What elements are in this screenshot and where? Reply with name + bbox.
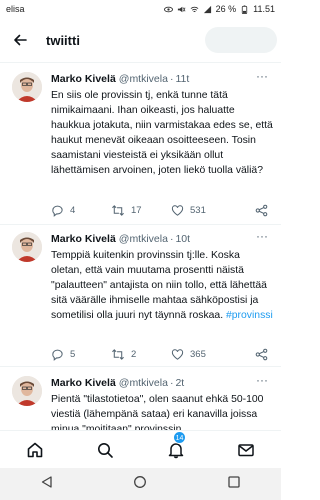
nav-notifications-button[interactable]: 14 xyxy=(159,430,193,465)
wifi-icon xyxy=(190,6,199,12)
nav-search-button[interactable] xyxy=(88,435,122,465)
like-button[interactable]: 365 xyxy=(171,346,206,362)
retweet-count: 17 xyxy=(131,204,142,216)
mute-icon xyxy=(177,6,186,12)
triangle-back-icon xyxy=(41,475,52,488)
more-options-icon[interactable]: ··· xyxy=(255,230,269,246)
system-home-button[interactable] xyxy=(133,475,147,494)
author-handle[interactable]: @mtkivela xyxy=(119,377,168,389)
heart-icon xyxy=(171,348,184,360)
share-icon xyxy=(255,204,268,216)
reply-icon xyxy=(52,349,63,361)
tweet-1[interactable]: Marko Kivelä @mtkivela · 11t ··· En siis… xyxy=(0,62,281,226)
tweet-actions: 5 2 365 xyxy=(51,346,269,362)
reply-icon xyxy=(52,205,63,217)
square-recents-icon xyxy=(228,475,240,488)
tweet-time: 2t xyxy=(175,377,185,389)
avatar[interactable] xyxy=(12,72,42,102)
tweet-text: Temppiä kuitenkin provinssin tj:lle. Kos… xyxy=(51,248,273,323)
notifications-badge: 14 xyxy=(172,430,187,444)
more-options-icon[interactable]: ··· xyxy=(255,374,269,390)
reply-button[interactable]: 5 xyxy=(51,346,75,362)
nav-home-button[interactable] xyxy=(18,435,52,465)
heart-icon xyxy=(171,204,184,216)
status-bar: elisa 26 % 11.51 xyxy=(0,0,281,18)
carrier-label: elisa xyxy=(6,4,25,14)
top-bar: twiitti xyxy=(0,18,281,62)
share-button[interactable] xyxy=(255,346,268,362)
tweet-header: Marko Kivelä @mtkivela · 11t xyxy=(51,73,190,85)
author-name[interactable]: Marko Kivelä xyxy=(51,233,116,245)
tweet-header: Marko Kivelä @mtkivela · 2t xyxy=(51,377,185,389)
tweet-header: Marko Kivelä @mtkivela · 10t xyxy=(51,233,191,245)
signal-icon xyxy=(203,5,211,13)
arrow-left-icon xyxy=(14,34,27,46)
reply-count: 4 xyxy=(70,204,76,216)
hashtag-link[interactable]: #provinssi xyxy=(226,310,273,321)
share-icon xyxy=(255,348,268,360)
circle-home-icon xyxy=(134,475,147,488)
tweet-time: 10t xyxy=(175,233,191,245)
like-count: 365 xyxy=(190,348,206,360)
system-back-button[interactable] xyxy=(40,475,54,494)
tweet-text: En siis ole provissin tj, enkä tunne tät… xyxy=(51,90,273,176)
retweet-button[interactable]: 2 xyxy=(111,346,136,362)
clock: 11.51 xyxy=(253,4,275,14)
home-icon xyxy=(27,442,43,457)
author-handle[interactable]: @mtkivela xyxy=(119,73,168,85)
tweet-actions: 4 17 531 xyxy=(51,202,269,218)
like-button[interactable]: 531 xyxy=(171,202,206,218)
battery-percent: 26 % xyxy=(215,4,237,14)
author-handle[interactable]: @mtkivela xyxy=(119,233,168,245)
retweet-button[interactable]: 17 xyxy=(111,202,142,218)
back-button[interactable] xyxy=(0,18,40,62)
reply-button[interactable]: 4 xyxy=(51,202,75,218)
tweet-2[interactable]: Marko Kivelä @mtkivela · 10t ··· Temppiä… xyxy=(0,224,281,364)
avatar-portrait-icon xyxy=(12,376,42,406)
search-icon xyxy=(98,442,114,458)
tweet-3[interactable]: Marko Kivelä @mtkivela · 2t ··· Pientä "… xyxy=(0,366,281,430)
bottom-nav: 14 xyxy=(0,430,281,468)
tweet-text: Pientä "tilastotietoa", olen saanut ehkä… xyxy=(51,394,264,430)
avatar[interactable] xyxy=(12,376,42,406)
more-options-icon[interactable]: ··· xyxy=(255,70,269,86)
tweet-time: 11t xyxy=(175,73,190,85)
battery-icon xyxy=(241,4,248,14)
avatar-portrait-icon xyxy=(12,72,42,102)
author-name[interactable]: Marko Kivelä xyxy=(51,377,116,389)
like-count: 531 xyxy=(190,204,206,216)
system-nav-bar xyxy=(0,468,281,500)
mail-icon xyxy=(238,443,254,456)
retweet-icon xyxy=(112,204,124,216)
avatar[interactable] xyxy=(12,232,42,262)
author-name[interactable]: Marko Kivelä xyxy=(51,73,116,85)
visibility-icon xyxy=(163,6,173,12)
retweet-count: 2 xyxy=(131,348,137,360)
search-field[interactable] xyxy=(205,27,277,53)
reply-count: 5 xyxy=(70,348,76,360)
avatar-portrait-icon xyxy=(12,232,42,262)
page-title: twiitti xyxy=(46,32,80,48)
share-button[interactable] xyxy=(255,202,268,218)
nav-messages-button[interactable] xyxy=(229,435,263,465)
retweet-icon xyxy=(112,348,124,360)
system-recents-button[interactable] xyxy=(227,475,241,494)
